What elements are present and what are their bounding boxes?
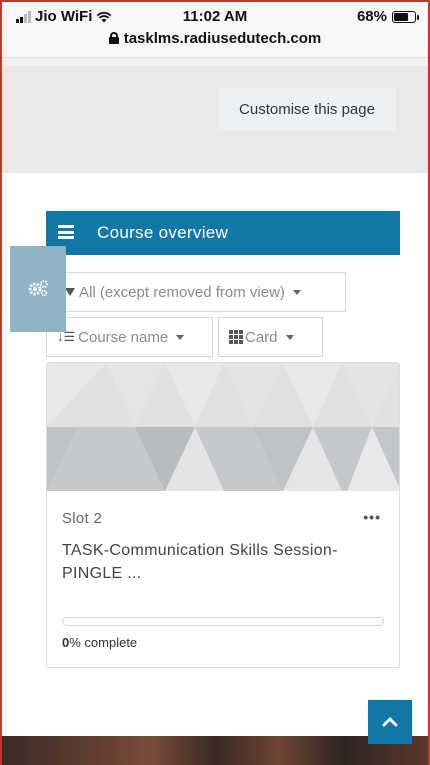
progress-suffix: % complete bbox=[69, 635, 138, 650]
grid-icon bbox=[229, 330, 243, 344]
course-overview-title: Course overview bbox=[97, 223, 229, 242]
chevron-up-icon bbox=[382, 717, 398, 727]
course-title-link[interactable]: TASK-Communication Skills Session-PINGLE… bbox=[62, 539, 382, 585]
gear-icon bbox=[28, 280, 48, 297]
chevron-down-icon bbox=[176, 334, 185, 340]
grouping-filter-dropdown[interactable]: All (except removed from view) bbox=[46, 272, 346, 312]
view-mode-label: Card bbox=[245, 328, 278, 346]
address-bar[interactable]: tasklms.radiusedutech.com bbox=[0, 30, 430, 47]
more-icon[interactable]: ••• bbox=[363, 509, 381, 525]
block-settings-button[interactable] bbox=[10, 246, 66, 332]
footer-banner-image bbox=[0, 736, 430, 765]
header-strip bbox=[0, 58, 430, 66]
status-bar: Jio WiFi 11:02 AM 68% tasklms.radiusedut… bbox=[0, 0, 430, 58]
customise-page-button[interactable]: Customise this page bbox=[218, 88, 396, 130]
sort-label: Course name bbox=[78, 328, 169, 346]
hamburger-icon[interactable] bbox=[58, 225, 74, 239]
grouping-filter-label: All (except removed from view) bbox=[79, 283, 285, 301]
course-category: Slot 2 bbox=[62, 510, 103, 527]
chevron-down-icon bbox=[292, 289, 301, 295]
back-to-top-button[interactable] bbox=[368, 700, 412, 744]
course-card-image[interactable] bbox=[47, 363, 400, 491]
battery-indicator: 68% bbox=[356, 8, 419, 25]
battery-icon bbox=[392, 10, 419, 23]
course-progress-bar bbox=[62, 617, 384, 626]
course-card[interactable]: Slot 2 ••• TASK-Communication Skills Ses… bbox=[46, 362, 400, 668]
progress-label: 0% complete bbox=[62, 635, 137, 650]
sort-dropdown[interactable]: ↓☰ Course name bbox=[46, 317, 213, 357]
battery-percent: 68% bbox=[356, 8, 387, 25]
chevron-down-icon bbox=[285, 334, 294, 340]
filter-icon bbox=[65, 288, 75, 296]
url-text: tasklms.radiusedutech.com bbox=[123, 30, 322, 47]
lock-icon bbox=[108, 32, 119, 44]
course-overview-header: Course overview bbox=[46, 211, 400, 255]
view-mode-dropdown[interactable]: Card bbox=[218, 317, 323, 357]
